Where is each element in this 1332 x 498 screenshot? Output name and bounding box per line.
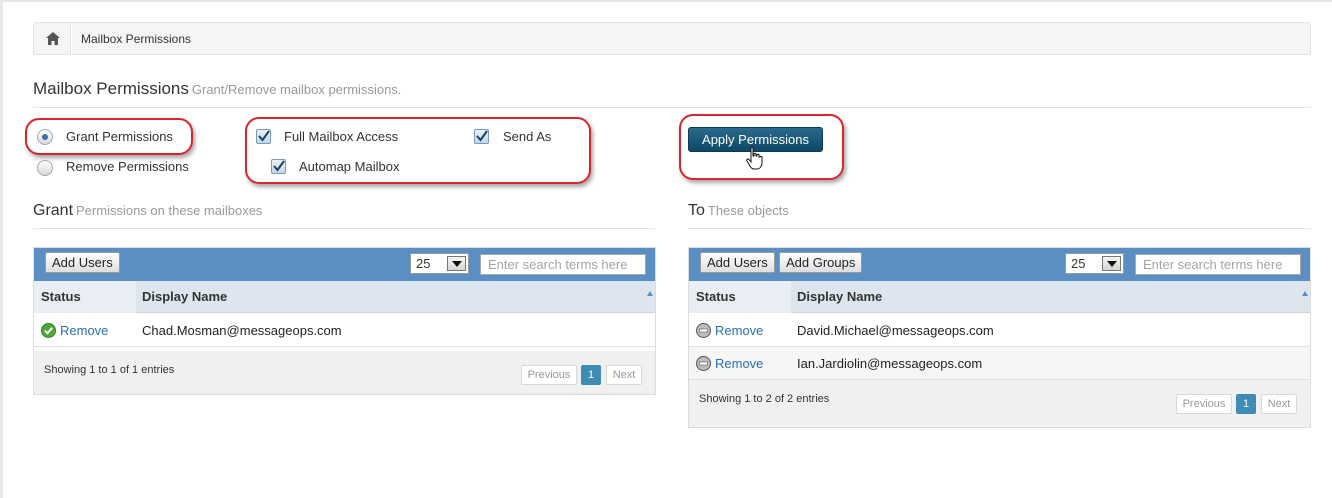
- home-icon[interactable]: [46, 32, 60, 45]
- remove-link[interactable]: Remove: [715, 314, 763, 347]
- sort-asc-icon[interactable]: [647, 291, 653, 296]
- grant-next-button[interactable]: Next: [606, 365, 642, 385]
- remove-permissions-label[interactable]: Remove Permissions: [66, 159, 189, 174]
- grant-page-1-button[interactable]: 1: [581, 365, 601, 385]
- to-table-header: Status Display Name: [689, 281, 1310, 313]
- grant-permissions-radio[interactable]: [37, 129, 53, 145]
- to-next-button[interactable]: Next: [1261, 394, 1297, 414]
- to-page-size-value: 25: [1071, 256, 1086, 271]
- full-mailbox-access-checkbox[interactable]: [256, 129, 271, 144]
- to-title: To: [688, 202, 705, 219]
- to-add-users-button[interactable]: Add Users: [700, 252, 775, 273]
- to-table-toolbar: Add Users Add Groups 25 Enter search ter…: [689, 248, 1310, 281]
- grant-permissions-label[interactable]: Grant Permissions: [66, 129, 173, 144]
- automap-mailbox-label[interactable]: Automap Mailbox: [299, 159, 399, 174]
- send-as-label[interactable]: Send As: [503, 129, 551, 144]
- grant-section-title: Grant Permissions on these mailboxes: [33, 202, 262, 220]
- to-col-status[interactable]: Status: [689, 281, 791, 313]
- remove-permissions-radio[interactable]: [37, 160, 53, 176]
- page-title-text: Mailbox Permissions: [33, 79, 189, 98]
- to-entries-info: Showing 1 to 2 of 2 entries: [699, 393, 830, 405]
- automap-mailbox-checkbox[interactable]: [271, 159, 286, 174]
- display-name-cell: David.Michael@messageops.com: [797, 323, 994, 338]
- sort-asc-icon[interactable]: [1302, 291, 1308, 296]
- check-icon: [273, 160, 285, 172]
- highlight-oval-options: [245, 117, 591, 184]
- window-top-edge: [0, 0, 1332, 2]
- grant-search-input[interactable]: Enter search terms here: [480, 254, 646, 275]
- to-page-size-select[interactable]: 25: [1065, 253, 1124, 274]
- minus-circle-icon: [696, 323, 711, 338]
- to-page-1-button[interactable]: 1: [1236, 394, 1256, 414]
- grant-title: Grant: [33, 202, 74, 219]
- grant-col-status[interactable]: Status: [34, 281, 136, 313]
- grant-section-divider: [33, 228, 655, 229]
- window-left-edge: [0, 0, 3, 498]
- dropdown-arrow-icon[interactable]: [447, 256, 466, 271]
- grant-col-display-name[interactable]: Display Name: [136, 281, 227, 313]
- grant-table-header: Status Display Name: [34, 281, 655, 313]
- grant-add-users-button[interactable]: Add Users: [45, 252, 120, 273]
- grant-entries-info: Showing 1 to 1 of 1 entries: [44, 364, 175, 376]
- hand-cursor-icon: [746, 146, 763, 170]
- breadcrumb-current: Mailbox Permissions: [81, 31, 192, 46]
- remove-link[interactable]: Remove: [715, 347, 763, 380]
- breadcrumb: Mailbox Permissions: [33, 22, 1311, 55]
- send-as-checkbox[interactable]: [474, 129, 489, 144]
- check-icon: [258, 130, 270, 142]
- table-row: Remove David.Michael@messageops.com: [689, 314, 1310, 347]
- to-subtitle: These objects: [707, 203, 789, 218]
- display-name-cell: Chad.Mosman@messageops.com: [142, 323, 342, 338]
- to-section-title: To These objects: [688, 202, 789, 220]
- display-name-cell: Ian.Jardiolin@messageops.com: [797, 356, 983, 371]
- full-mailbox-access-label[interactable]: Full Mailbox Access: [284, 129, 398, 144]
- to-col-display-name[interactable]: Display Name: [791, 281, 882, 313]
- page-title: Mailbox Permissions Grant/Remove mailbox …: [33, 79, 401, 99]
- check-icon: [476, 130, 488, 142]
- to-table-footer: Showing 1 to 2 of 2 entries Previous 1 N…: [689, 380, 1310, 427]
- title-divider: [33, 107, 1311, 108]
- grant-page-size-value: 25: [416, 256, 431, 271]
- grant-page-size-select[interactable]: 25: [410, 253, 469, 274]
- grant-table-toolbar: Add Users 25 Enter search terms here: [34, 248, 655, 281]
- to-add-groups-button[interactable]: Add Groups: [779, 252, 863, 273]
- to-previous-button[interactable]: Previous: [1176, 394, 1232, 414]
- table-row: Remove Ian.Jardiolin@messageops.com: [689, 347, 1310, 380]
- dropdown-arrow-icon[interactable]: [1102, 256, 1121, 271]
- to-table-panel: Add Users Add Groups 25 Enter search ter…: [688, 247, 1311, 428]
- to-search-input[interactable]: Enter search terms here: [1135, 254, 1301, 275]
- to-section-divider: [688, 228, 1311, 229]
- table-row: Remove Chad.Mosman@messageops.com: [34, 314, 655, 347]
- grant-subtitle: Permissions on these mailboxes: [76, 203, 263, 218]
- remove-link[interactable]: Remove: [60, 314, 108, 347]
- page-subtitle: Grant/Remove mailbox permissions.: [191, 82, 402, 97]
- grant-previous-button[interactable]: Previous: [521, 365, 577, 385]
- minus-circle-icon: [696, 356, 711, 371]
- check-circle-icon: [41, 323, 56, 338]
- grant-table-panel: Add Users 25 Enter search terms here Sta…: [33, 247, 656, 395]
- breadcrumb-divider: [70, 22, 71, 55]
- grant-table-footer: Showing 1 to 1 of 1 entries Previous 1 N…: [34, 351, 655, 394]
